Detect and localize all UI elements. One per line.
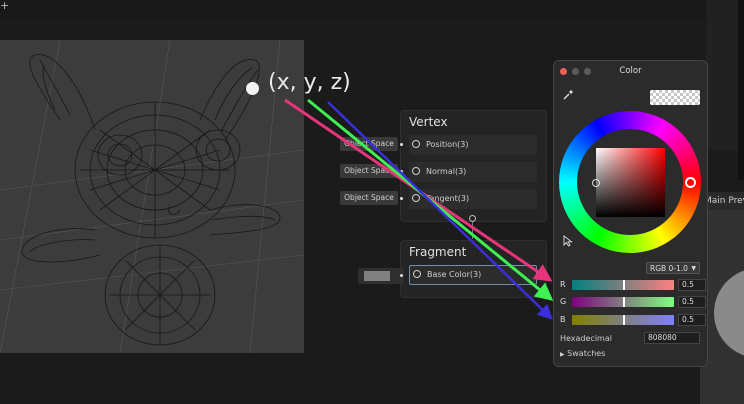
hue-handle[interactable] [685,177,696,188]
object-space-chip[interactable]: Object Space [340,164,398,178]
swatches-label: Swatches [567,349,606,358]
port-tangent[interactable]: Tangent(3) [409,189,537,209]
slider-thumb[interactable] [623,297,625,307]
current-color-preview [650,90,700,105]
port-position[interactable]: Position(3) [409,135,537,155]
port-normal[interactable]: Normal(3) [409,162,537,182]
swatches-toggle[interactable]: ▶ Swatches [560,349,605,358]
channel-row-b: B 0.5 [560,314,706,326]
base-color-swatch [364,271,390,281]
port-label: Normal(3) [426,167,467,176]
g-value-field[interactable]: 0.5 [678,296,706,308]
port-input-circle[interactable] [412,140,420,148]
channel-label: R [560,280,566,289]
fragment-node-title: Fragment [409,245,467,259]
vertex-point-marker [246,82,259,95]
port-label: Base Color(3) [427,270,482,279]
channel-row-g: G 0.5 [560,296,706,308]
node-connector-line [472,219,473,239]
chevron-down-icon: ▼ [691,265,696,272]
panel-edge [738,0,744,180]
coordinate-label: (x, y, z) [268,70,351,95]
hex-input[interactable]: 808080 [644,332,700,344]
object-space-chip[interactable]: Object Space [340,137,398,151]
port-input-circle[interactable] [413,270,421,278]
vertex-node-title: Vertex [409,115,448,129]
channel-row-r: R 0.5 [560,279,706,291]
channel-label: B [560,315,566,324]
picker-title: Color [619,66,642,76]
channel-label: G [560,297,567,306]
b-slider[interactable] [572,315,674,325]
color-mode-select[interactable]: RGB 0-1.0 ▼ [646,262,700,274]
port-label: Tangent(3) [426,194,470,203]
connector-port[interactable] [469,215,476,222]
base-color-chip[interactable] [358,268,404,284]
eyedropper-icon[interactable] [562,89,574,101]
sv-handle[interactable] [592,179,600,187]
port-base-color[interactable]: Base Color(3) [409,265,537,285]
connector-dot [400,274,403,277]
saturation-value-square[interactable] [596,148,665,217]
g-slider[interactable] [572,297,674,307]
color-mode-value: RGB 0-1.0 [650,264,688,273]
object-space-chip[interactable]: Object Space [340,191,398,205]
fragment-node[interactable]: Fragment Base Color(3) [400,240,547,298]
slider-thumb[interactable] [623,315,625,325]
triangle-right-icon: ▶ [560,351,565,358]
vertex-node[interactable]: Vertex Position(3) Normal(3) Tangent(3) [400,110,547,222]
plus-icon[interactable]: + [0,0,10,12]
cursor-icon [563,235,573,247]
b-value-field[interactable]: 0.5 [678,314,706,326]
connector-dot [400,143,403,146]
connector-dot [400,197,403,200]
r-slider[interactable] [572,280,674,290]
r-value-field[interactable]: 0.5 [678,279,706,291]
top-strip [0,0,744,20]
port-label: Position(3) [426,140,469,149]
port-input-circle[interactable] [412,167,420,175]
color-picker-window[interactable]: Color RGB 0-1.0 ▼ R 0.5 G 0.5 B 0.5 Hexa [553,60,708,367]
connector-dot [400,170,403,173]
slider-thumb[interactable] [623,280,625,290]
preview-sphere [714,268,744,358]
hex-label: Hexadecimal [560,334,612,343]
port-input-circle[interactable] [412,194,420,202]
